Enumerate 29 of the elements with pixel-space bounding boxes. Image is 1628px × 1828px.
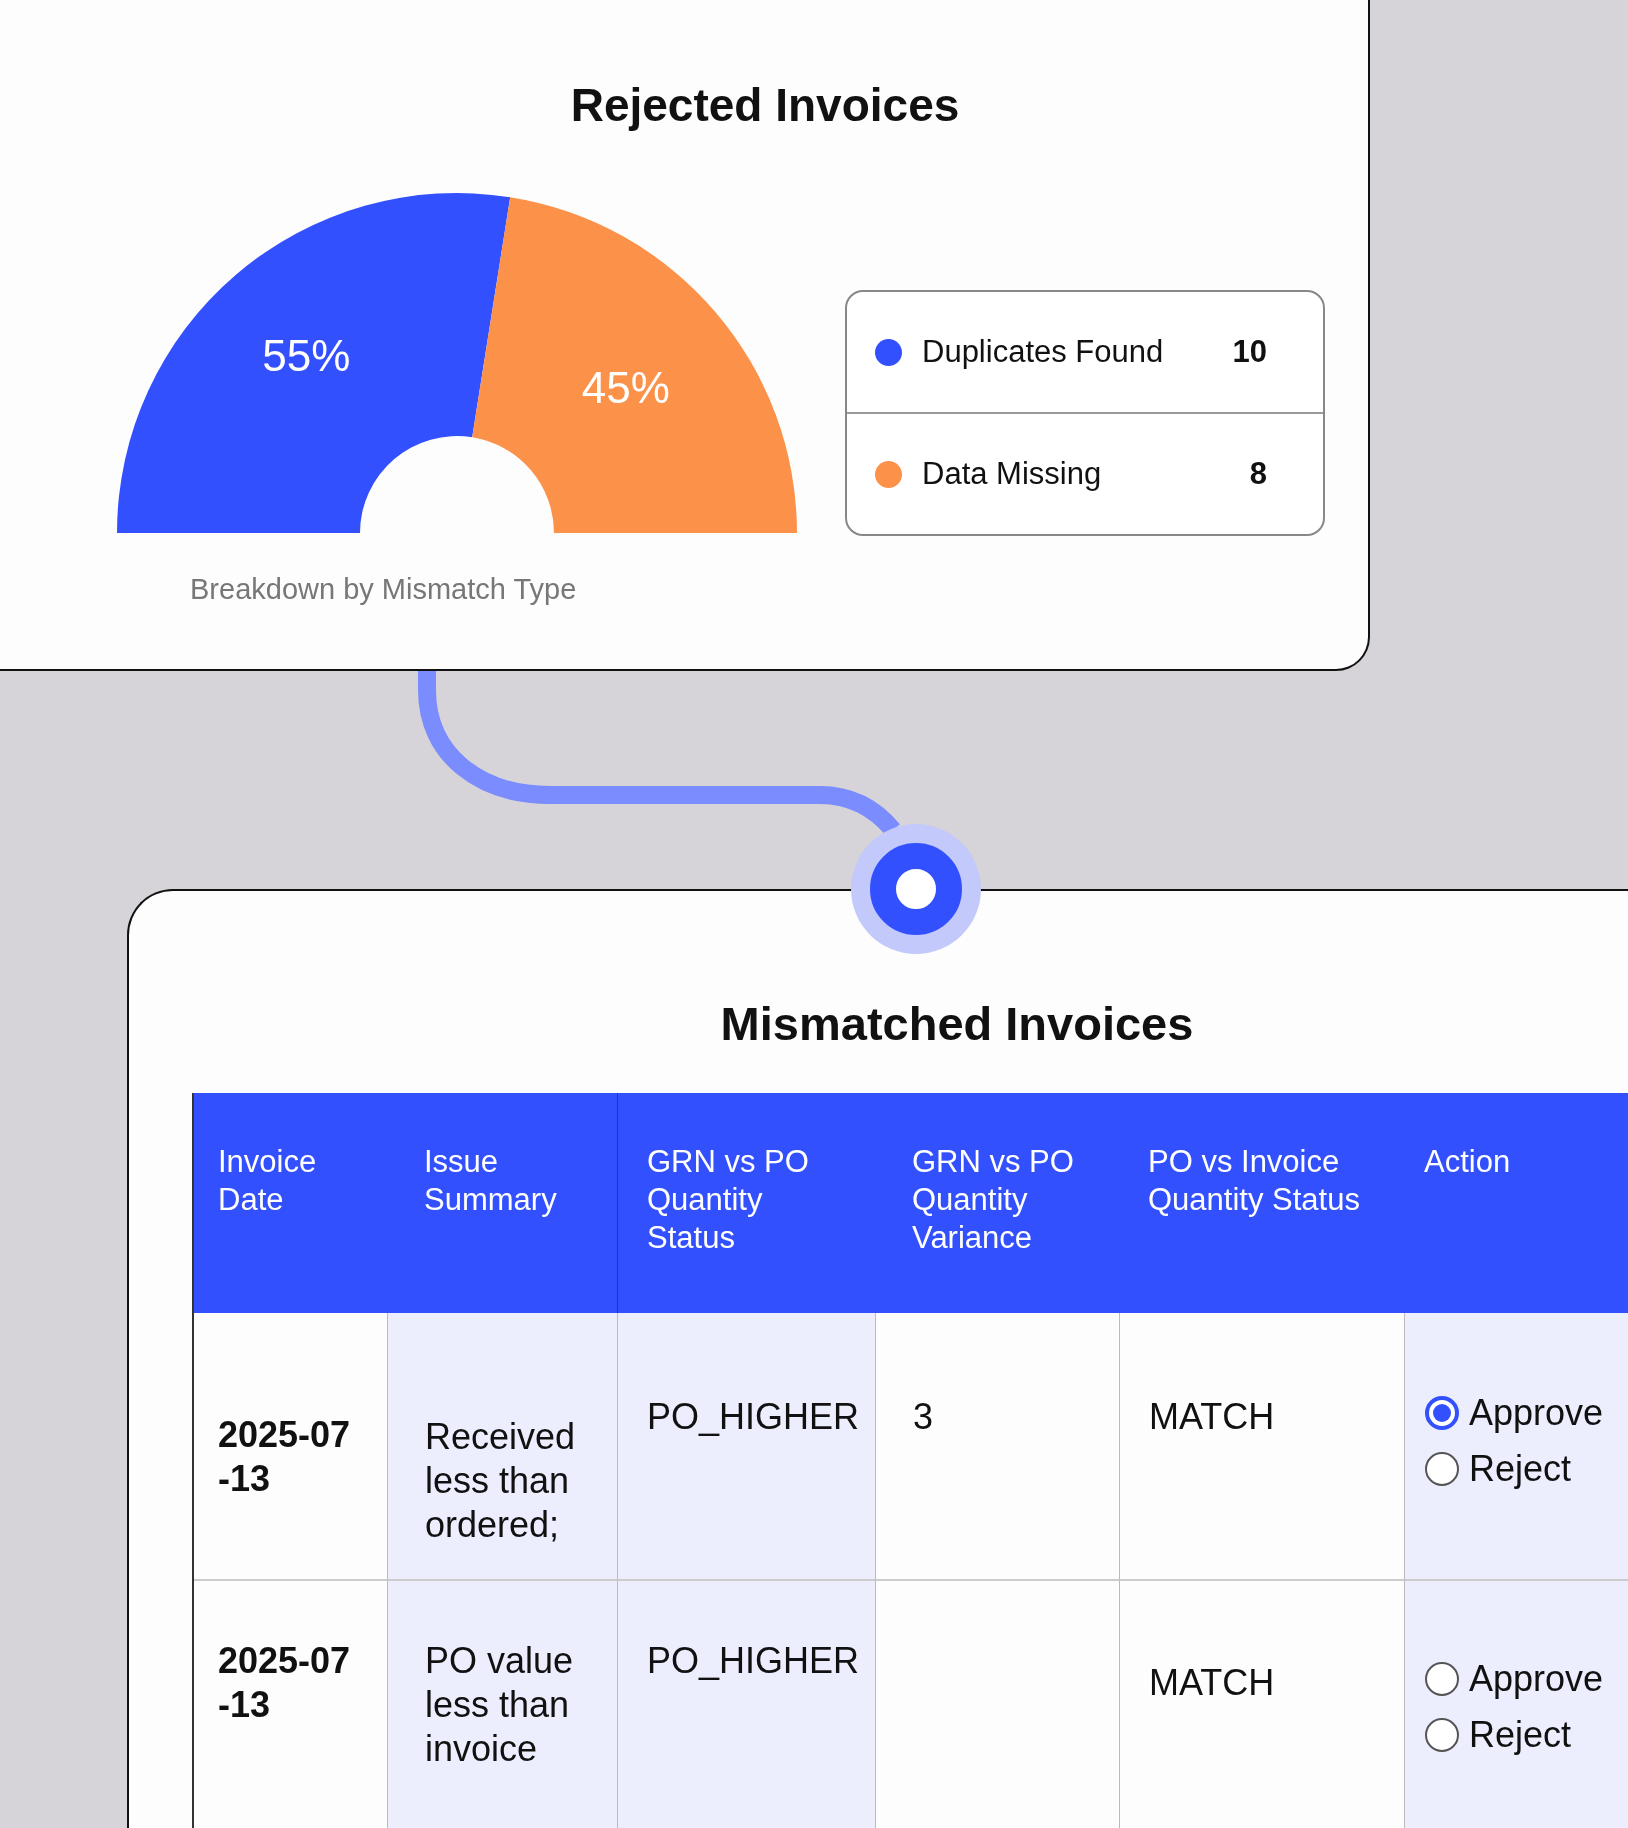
legend-count: 10 — [1232, 334, 1267, 370]
column-header: GRN vs PO Quantity Status — [617, 1093, 875, 1313]
card-title: Mismatched Invoices — [719, 996, 1195, 1051]
slice-label: 55% — [262, 330, 351, 380]
table-cell: PO_HIGHER — [617, 1579, 875, 1828]
legend-count: 8 — [1249, 456, 1267, 492]
radio-button[interactable] — [1425, 1452, 1459, 1486]
table-cell: Received less than ordered; — [387, 1313, 617, 1579]
column-header: Issue Summary — [387, 1093, 617, 1313]
radio-button[interactable] — [1425, 1396, 1459, 1430]
radio-button[interactable] — [1425, 1718, 1459, 1752]
legend-label: Duplicates Found — [922, 334, 1165, 370]
table-cell: 3 — [875, 1313, 1119, 1579]
radio-option[interactable]: Reject — [1425, 1713, 1628, 1757]
radio-button[interactable] — [1425, 1662, 1459, 1696]
radio-option[interactable]: Approve — [1425, 1657, 1628, 1701]
table-cell-text: 2025-07-13 — [217, 1413, 352, 1501]
table-cell: PO_HIGHER — [617, 1313, 875, 1579]
card-title: Rejected Invoices — [569, 78, 961, 132]
column-header: Invoice Date — [194, 1093, 387, 1313]
radio-option[interactable]: Approve — [1425, 1391, 1628, 1435]
legend-label: Data Missing — [922, 456, 1103, 492]
slice-label: 45% — [581, 362, 670, 412]
column-header: PO vs Invoice Quantity Status — [1119, 1093, 1404, 1313]
radio-option[interactable]: Reject — [1425, 1447, 1628, 1491]
column-header: GRN vs PO Quantity Variance — [875, 1093, 1119, 1313]
table-cell: PO value less than invoice — [387, 1579, 617, 1828]
chart-caption: Breakdown by Mismatch Type — [190, 573, 577, 606]
column-header: Action — [1404, 1093, 1628, 1313]
